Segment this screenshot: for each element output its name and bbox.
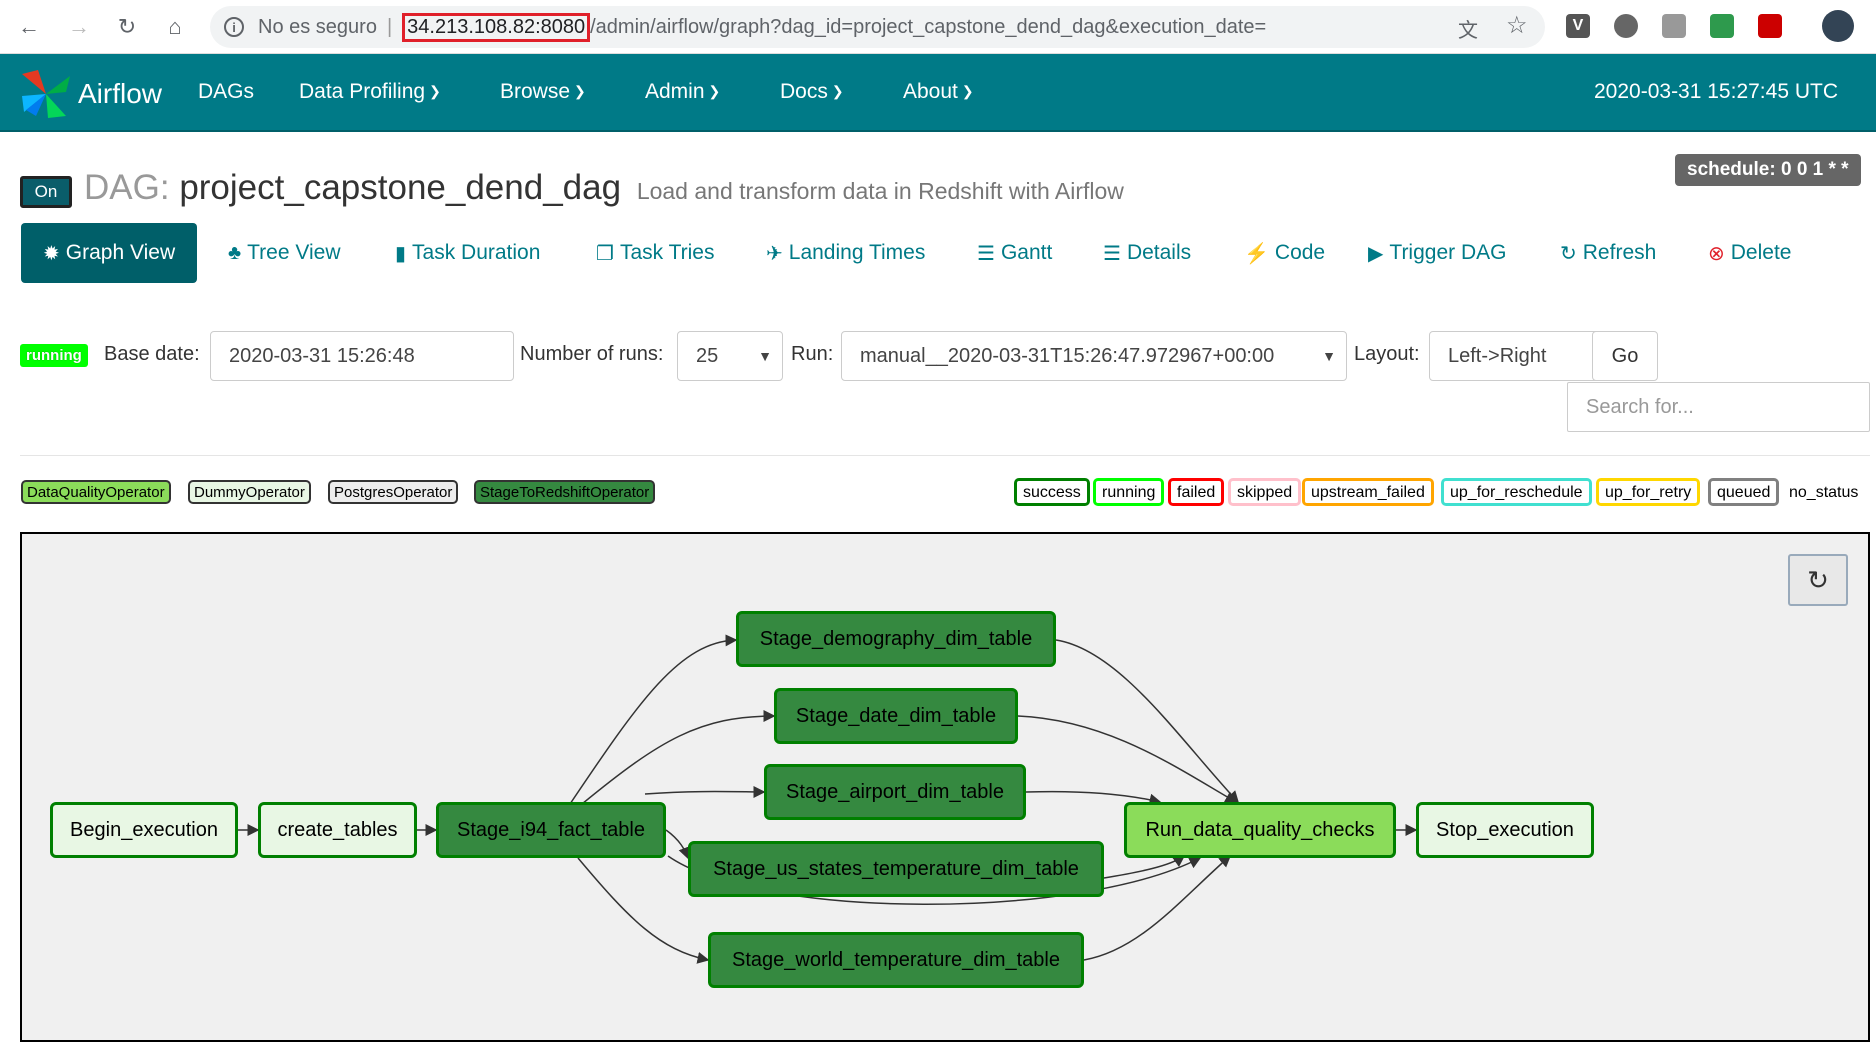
task-node-stop-execution[interactable]: Stop_execution [1416, 802, 1594, 858]
task-node-create-tables[interactable]: create_tables [258, 802, 417, 858]
edge [1025, 790, 1162, 806]
task-node-begin-execution[interactable]: Begin_execution [50, 802, 238, 858]
edge [644, 785, 766, 798]
task-node-stage-demography-dim-table[interactable]: Stage_demography_dim_table [736, 611, 1056, 667]
task-node-stage-date-dim-table[interactable]: Stage_date_dim_table [774, 688, 1018, 744]
edge [1055, 639, 1240, 804]
task-node-stage-us-states-temperature-dim-table[interactable]: Stage_us_states_temperature_dim_table [688, 841, 1104, 897]
task-node-stage-i94-fact-table[interactable]: Stage_i94_fact_table [436, 802, 666, 858]
edge [1103, 855, 1186, 879]
edge [665, 829, 690, 860]
edge [569, 634, 738, 805]
task-node-stage-airport-dim-table[interactable]: Stage_airport_dim_table [764, 764, 1026, 820]
task-node-run-data-quality-checks[interactable]: Run_data_quality_checks [1124, 802, 1396, 858]
edge [1083, 855, 1232, 961]
edge [581, 710, 776, 805]
edge [1017, 715, 1238, 803]
task-node-stage-world-temperature-dim-table[interactable]: Stage_world_temperature_dim_table [708, 932, 1084, 988]
